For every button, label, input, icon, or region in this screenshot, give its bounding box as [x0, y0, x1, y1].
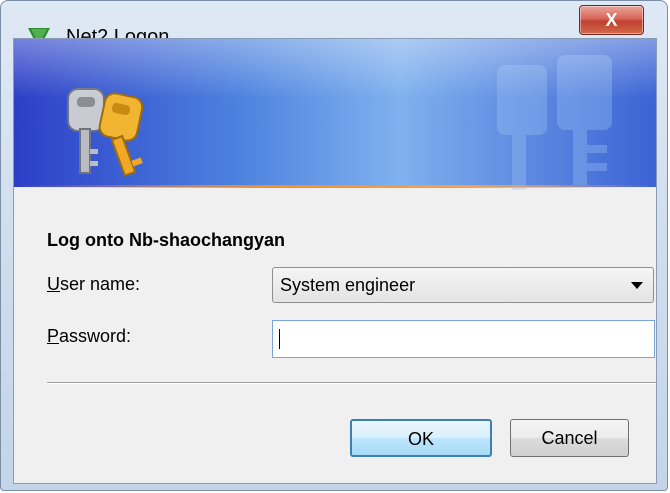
keys-watermark-icon	[497, 55, 612, 190]
password-label: Password:	[47, 326, 132, 346]
separator	[47, 382, 656, 384]
banner	[14, 39, 656, 190]
close-icon: X	[605, 10, 618, 30]
ok-button[interactable]: OK	[350, 419, 492, 457]
close-button[interactable]: X	[579, 5, 644, 35]
keys-icon	[67, 88, 144, 177]
text-caret	[279, 329, 280, 349]
title-bar[interactable]: Net2 Logon X	[1, 1, 667, 49]
password-field[interactable]	[272, 320, 655, 358]
chevron-down-icon[interactable]	[631, 282, 643, 289]
user-name-label: User name:	[47, 274, 141, 294]
logon-heading: Log onto Nb-shaochangyan	[47, 230, 285, 250]
logon-dialog: Net2 Logon X Log onto Nb-shaochangyan Us…	[0, 0, 668, 491]
banner-accent-line	[14, 185, 656, 188]
user-name-value: System engineer	[280, 275, 416, 295]
cancel-button[interactable]: Cancel	[510, 419, 629, 457]
user-name-dropdown[interactable]: System engineer	[272, 267, 654, 303]
dialog-client-area: Log onto Nb-shaochangyan User name: Syst…	[13, 38, 657, 484]
